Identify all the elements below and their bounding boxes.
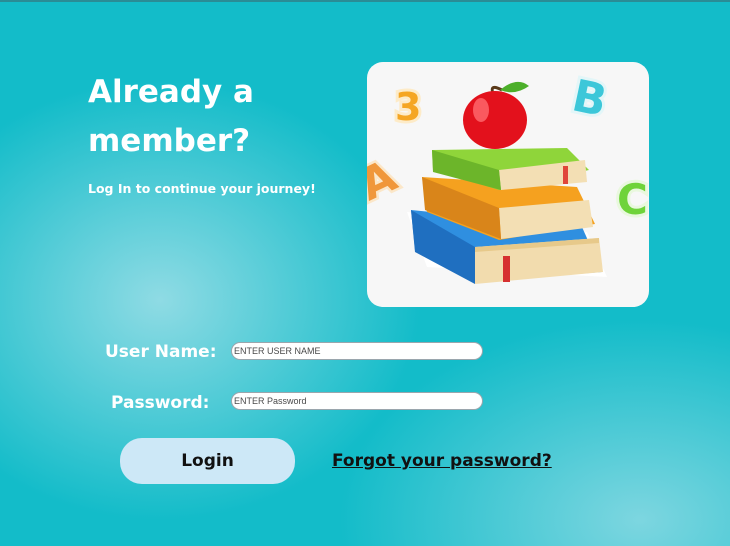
letter-a-text: A — [367, 150, 404, 211]
apple-decoration — [463, 81, 529, 149]
password-label: Password: — [111, 393, 210, 413]
password-input[interactable] — [231, 392, 483, 410]
login-button[interactable]: Login — [120, 438, 295, 484]
top-border — [0, 0, 730, 2]
username-input[interactable] — [231, 342, 483, 360]
number-three-decoration: 3 — [395, 85, 421, 129]
books-illustration: A 3 B C — [367, 62, 649, 307]
letter-a-decoration: A — [367, 148, 407, 214]
letter-c-decoration: C — [617, 175, 648, 224]
username-label: User Name: — [105, 342, 217, 362]
letter-b-decoration: B — [568, 70, 611, 127]
page-title: Already a member? — [88, 74, 254, 159]
page-subtitle: Log In to continue your journey! — [88, 181, 316, 196]
forgot-password-link[interactable]: Forgot your password? — [332, 451, 552, 471]
